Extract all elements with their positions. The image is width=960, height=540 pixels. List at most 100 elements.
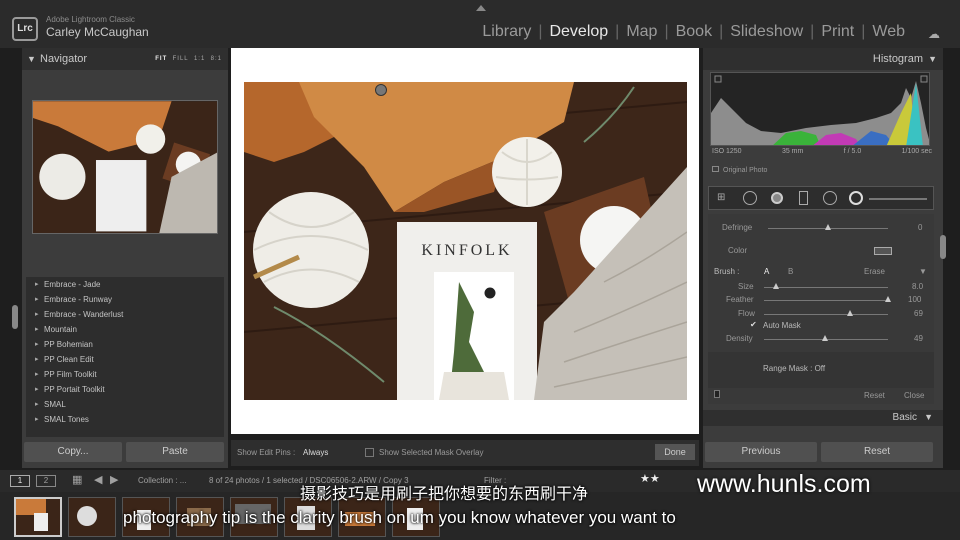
erase-tab[interactable]: Erase [864,267,885,276]
defringe-slider-knob[interactable] [825,224,831,230]
crop-tool-icon[interactable]: ⊞ [717,192,725,203]
zoom-fill[interactable]: FILL [173,56,189,62]
done-button[interactable]: Done [655,444,695,460]
filmstrip-thumbnail[interactable] [68,497,116,537]
defringe-value[interactable]: 0 [918,223,922,232]
flow-slider-knob[interactable] [846,310,853,316]
preset-item[interactable]: SMAL Tones [26,412,224,427]
histogram-curve-image [711,75,929,145]
graduated-filter-icon[interactable] [799,191,808,205]
edit-pin-icon[interactable] [375,84,387,96]
module-book[interactable]: Book [669,23,719,41]
module-slideshow[interactable]: Slideshow [723,23,810,41]
collection-label[interactable]: Collection : ... [138,476,186,485]
subtitle-english: photography tip is the clarity brush on … [123,508,676,527]
main-photo[interactable]: KINFOLK [244,82,687,400]
zoom-fit[interactable]: FIT [155,56,167,62]
preset-item[interactable]: Embrace - Runway [26,292,224,307]
preset-item[interactable]: PP Film Toolkit [26,367,224,382]
navigator-preview[interactable] [32,100,218,234]
show-edit-pins-select[interactable]: Always [303,448,328,457]
preset-item[interactable]: PP Bohemian [26,337,224,352]
flow-slider[interactable] [764,314,888,315]
size-slider[interactable] [764,287,888,288]
brush-collapse-triangle-icon[interactable]: ▼ [919,267,927,276]
preset-item[interactable]: Embrace - Jade [26,277,224,292]
radial-filter-icon[interactable] [823,191,837,205]
feather-label: Feather [726,295,754,304]
preset-item[interactable]: SMAL [26,397,224,412]
density-value[interactable]: 49 [914,334,923,343]
collapse-triangle-icon[interactable]: ▼ [27,48,36,70]
spot-removal-icon[interactable] [743,191,757,205]
module-map[interactable]: Map [619,23,664,41]
brush-b-tab[interactable]: B [788,267,793,276]
brush-reset-button[interactable]: Reset [864,391,885,400]
module-develop[interactable]: Develop [542,23,615,41]
red-eye-icon[interactable] [771,192,783,204]
primary-window-button[interactable]: 1 [10,475,30,487]
brush-close-button[interactable]: Close [904,391,924,400]
histogram-title: Histogram [872,53,923,65]
zoom-8-1[interactable]: 8:1 [211,56,222,62]
develop-tool-strip: ⊞ [708,186,934,210]
auto-mask-checkbox[interactable]: ✔ [750,320,757,329]
collapse-triangle-icon[interactable]: ▼ [928,48,937,70]
right-panel-scroll-handle[interactable] [940,235,946,259]
brush-a-tab[interactable]: A [764,267,769,276]
module-library[interactable]: Library [475,23,538,41]
brush-amount-slider[interactable] [869,198,927,200]
color-swatch[interactable] [874,247,892,255]
module-picker: Library | Develop | Map | Book | Slideshow | … [475,23,912,41]
original-photo-label: Original Photo [712,166,767,174]
collapse-top-arrow-icon[interactable] [476,5,486,11]
develop-toolbar: Show Edit Pins : Always Show Selected Ma… [231,440,699,466]
zoom-1-1[interactable]: 1:1 [194,56,205,62]
preset-item[interactable]: PP Portait Toolkit [26,382,224,397]
histogram-graph[interactable] [710,72,930,146]
brush-label: Brush : [714,267,740,276]
forward-arrow-icon[interactable]: ▶ [110,473,118,486]
basic-panel-header[interactable]: Basic ▼ [703,410,943,426]
navigator-header[interactable]: ▼ Navigator FIT FILL 1:1 8:1 [22,48,228,70]
histogram-header[interactable]: Histogram ▼ [703,48,943,70]
preset-item[interactable]: Embrace - Wanderlust [26,307,224,322]
filmstrip-thumbnail[interactable] [14,497,62,537]
copy-settings-button[interactable]: Copy... [24,442,122,462]
feather-slider-knob[interactable] [885,296,891,302]
original-photo-checkbox[interactable] [712,166,719,172]
adjustment-brush-icon[interactable] [849,191,863,205]
module-web[interactable]: Web [865,23,912,41]
rating-stars-icon[interactable]: ★★ [640,472,660,485]
module-bar: Lrc Adobe Lightroom Classic Carley McCau… [0,0,960,48]
expand-triangle-icon[interactable]: ▼ [924,412,933,422]
feather-slider[interactable] [764,300,888,301]
size-value[interactable]: 8.0 [912,282,923,291]
flow-value[interactable]: 69 [914,309,923,318]
secondary-window-button[interactable]: 2 [36,475,56,487]
size-slider-knob[interactable] [773,283,780,289]
back-arrow-icon[interactable]: ◀ [94,473,102,486]
grid-view-icon[interactable]: ▦ [72,473,82,486]
cloud-sync-icon[interactable]: ☁ [928,27,948,41]
app-product-name: Adobe Lightroom Classic [46,15,135,24]
watermark-text: www.hunls.com [697,470,871,498]
feather-value[interactable]: 100 [908,295,921,304]
panel-toggle-switch[interactable] [714,390,720,398]
navigator-preview-image [33,101,217,233]
magazine-title: KINFOLK [421,242,512,259]
iso-value: ISO 1250 [712,148,742,155]
defringe-label: Defringe [722,223,753,232]
preset-item[interactable]: Mountain [26,322,224,337]
density-slider-knob[interactable] [821,335,828,341]
previous-button[interactable]: Previous [705,442,817,462]
mask-overlay-label: Show Selected Mask Overlay [379,448,484,457]
mask-overlay-checkbox[interactable] [365,448,374,457]
left-panel-scroll-handle[interactable] [12,305,18,329]
range-mask-select[interactable]: Range Mask : Off [763,364,825,373]
color-label: Color [728,246,748,255]
paste-settings-button[interactable]: Paste [126,442,224,462]
module-print[interactable]: Print [814,23,861,41]
preset-item[interactable]: PP Clean Edit [26,352,224,367]
reset-button[interactable]: Reset [821,442,933,462]
